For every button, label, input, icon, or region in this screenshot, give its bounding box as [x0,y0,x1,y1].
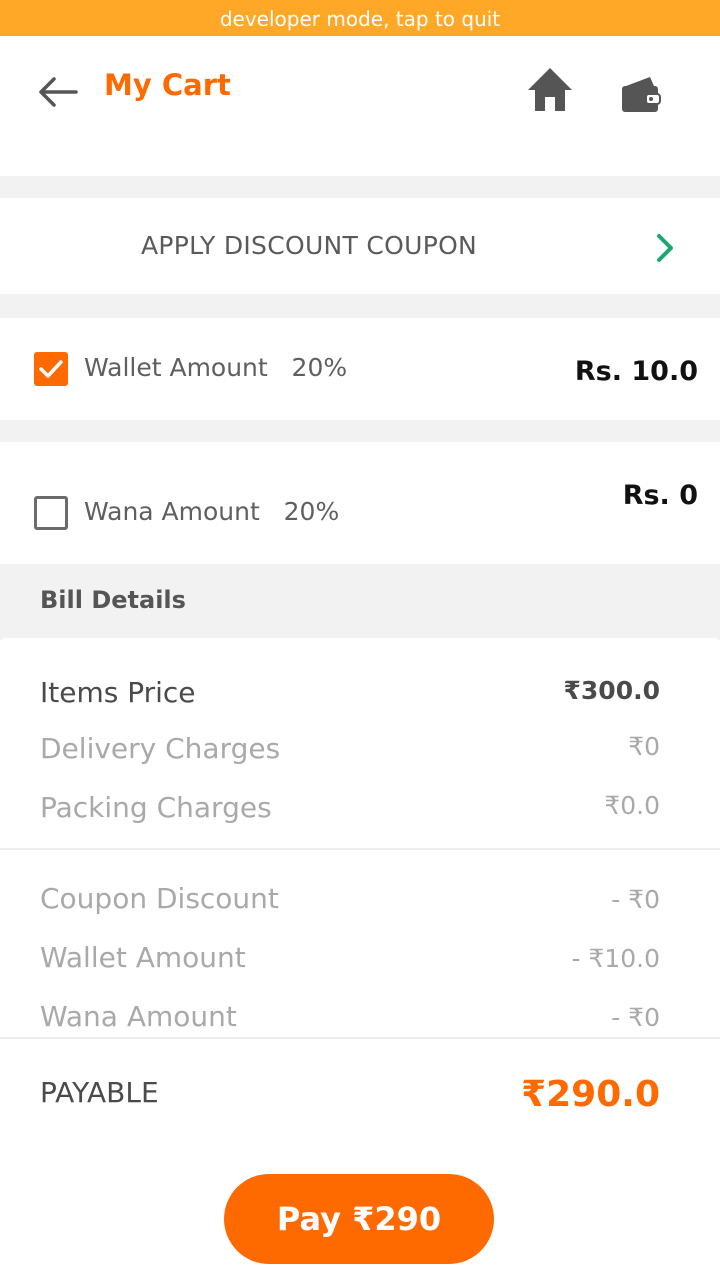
wana-amount-row[interactable]: Wana Amount 20% Rs. 0 [0,442,720,564]
apply-coupon-row[interactable]: APPLY DISCOUNT COUPON [2,198,718,294]
pay-button[interactable]: Pay ₹290 [224,1174,494,1264]
bill-label-coupon-discount: Coupon Discount [40,882,279,915]
bill-value-packing-charges: ₹0.0 [604,791,660,820]
page-title: My Cart [104,68,231,102]
app-header: My Cart [0,36,720,176]
bill-label-items-price: Items Price [40,676,196,709]
bill-value-wallet-amount: - ₹10.0 [571,944,660,973]
apply-coupon-label: APPLY DISCOUNT COUPON [140,231,478,260]
section-gap [0,294,720,318]
bill-divider [0,848,720,850]
bill-divider [0,1037,720,1039]
bill-value-delivery-charges: ₹0 [628,732,660,761]
bill-label-wallet-amount: Wallet Amount [40,941,246,974]
arrow-left-icon[interactable] [36,74,80,110]
bill-value-items-price: ₹300.0 [563,676,660,705]
wana-amount-checkbox[interactable] [34,496,68,530]
home-icon[interactable] [526,66,574,114]
developer-mode-banner[interactable]: developer mode, tap to quit [0,0,720,36]
bill-details-title: Bill Details [40,586,186,614]
checkmark-icon [39,360,63,378]
wallet-amount-label: Wallet Amount 20% [84,353,348,382]
payable-value: ₹290.0 [521,1074,660,1115]
bill-value-coupon-discount: - ₹0 [611,885,660,914]
wana-amount-label: Wana Amount 20% [84,497,340,526]
wallet-icon[interactable] [620,74,664,114]
bill-details-header: Bill Details [0,564,720,640]
payable-label: PAYABLE [40,1076,159,1109]
section-gap [0,176,720,198]
bill-label-delivery-charges: Delivery Charges [40,732,281,765]
bill-label-packing-charges: Packing Charges [40,791,272,824]
section-gap [0,420,720,442]
wallet-amount-value: Rs. 10.0 [574,356,698,387]
wana-amount-value: Rs. 0 [622,480,698,511]
wallet-amount-row[interactable]: Wallet Amount 20% Rs. 10.0 [0,318,720,420]
wallet-amount-checkbox[interactable] [34,352,68,386]
chevron-right-icon[interactable] [654,232,676,264]
bill-label-wana-amount: Wana Amount [40,1000,237,1033]
bill-value-wana-amount: - ₹0 [611,1003,660,1032]
